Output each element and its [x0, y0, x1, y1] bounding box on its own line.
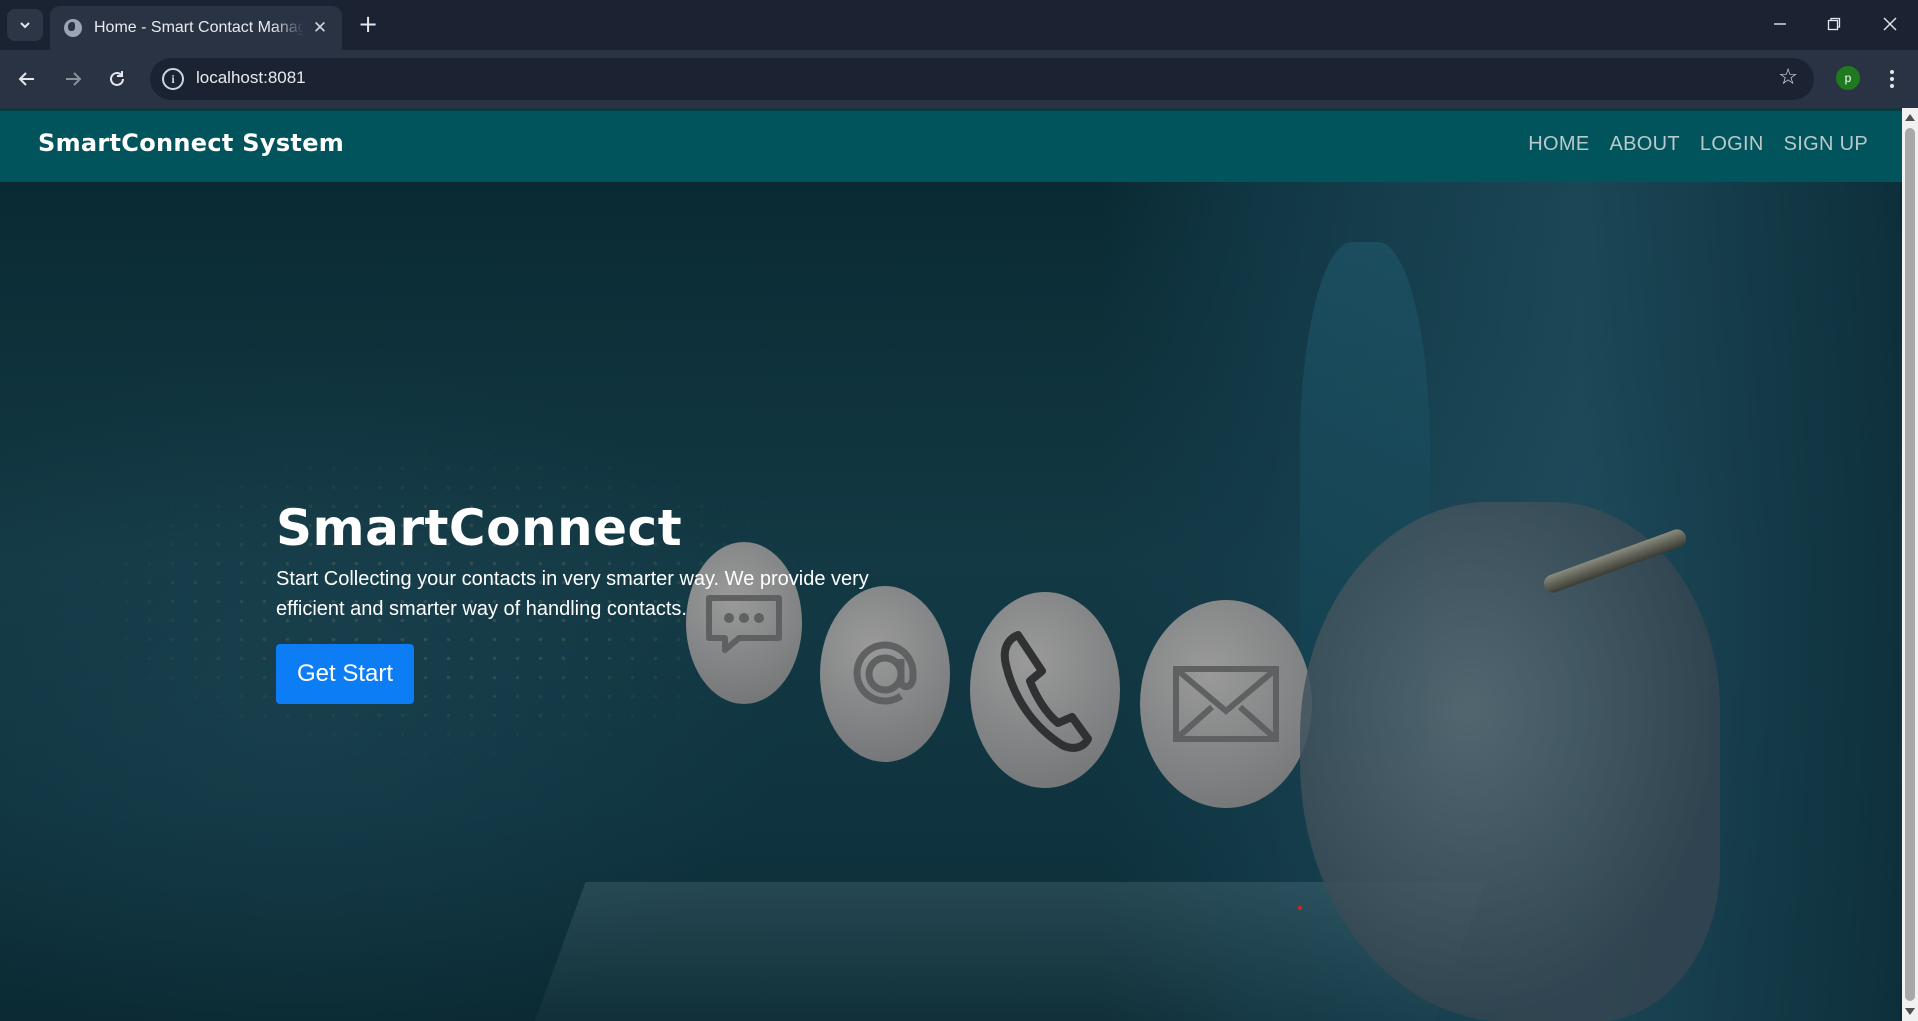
- cursor-dot: [1298, 906, 1302, 910]
- browser-toolbar: i localhost:8081 ☆ p: [0, 50, 1918, 108]
- forward-button[interactable]: [57, 63, 89, 95]
- reload-button[interactable]: [101, 63, 133, 95]
- profile-avatar[interactable]: p: [1836, 66, 1860, 90]
- page-viewport: SmartConnect System HOME ABOUT LOGIN SIG…: [0, 108, 1902, 1021]
- globe-icon: [64, 19, 82, 37]
- hero-content: SmartConnect Start Collecting your conta…: [276, 498, 896, 704]
- browser-tabstrip: Home - Smart Contact Manager ✕ +: [0, 0, 1918, 50]
- nav-home-link[interactable]: HOME: [1528, 133, 1589, 156]
- minimize-icon: [1774, 23, 1786, 25]
- browser-tab-active[interactable]: Home - Smart Contact Manager ✕: [50, 6, 342, 50]
- hero-section: SmartConnect Start Collecting your conta…: [0, 182, 1902, 1021]
- phone-icon: [970, 592, 1120, 788]
- close-window-button[interactable]: [1862, 6, 1918, 42]
- browser-menu-icon[interactable]: [1880, 64, 1904, 94]
- reload-icon: [110, 71, 124, 86]
- hero-description: Start Collecting your contacts in very s…: [276, 568, 869, 620]
- restore-button[interactable]: [1806, 6, 1862, 42]
- url-text[interactable]: localhost:8081: [196, 68, 306, 88]
- arrow-left-icon: [18, 72, 34, 86]
- get-start-button[interactable]: Get Start: [276, 644, 414, 704]
- new-tab-button[interactable]: +: [353, 10, 383, 40]
- scroll-up-arrow-icon[interactable]: [1905, 114, 1915, 121]
- page-scrollbar[interactable]: [1902, 108, 1918, 1021]
- tab-search-button[interactable]: [7, 9, 43, 41]
- close-icon: [1883, 17, 1897, 31]
- nav-signup-link[interactable]: SIGN UP: [1784, 133, 1868, 156]
- nav-links: HOME ABOUT LOGIN SIGN UP: [1528, 133, 1868, 156]
- arrow-right-icon: [66, 72, 82, 86]
- nav-login-link[interactable]: LOGIN: [1700, 133, 1764, 156]
- address-bar[interactable]: i localhost:8081 ☆: [150, 58, 1814, 100]
- envelope-icon: [1140, 600, 1312, 808]
- hero-title: SmartConnect: [276, 499, 683, 557]
- site-navbar: SmartConnect System HOME ABOUT LOGIN SIG…: [0, 108, 1902, 182]
- background-hand: [1300, 502, 1720, 1021]
- chevron-down-icon: [20, 22, 30, 29]
- scrollbar-thumb[interactable]: [1905, 128, 1915, 1001]
- site-info-icon[interactable]: i: [162, 68, 184, 90]
- nav-about-link[interactable]: ABOUT: [1610, 133, 1680, 156]
- minimize-button[interactable]: [1752, 6, 1808, 42]
- bookmark-star-icon[interactable]: ☆: [1778, 66, 1798, 90]
- restore-icon: [1827, 17, 1841, 31]
- tab-title: Home - Smart Contact Manager: [94, 19, 304, 36]
- tab-close-icon[interactable]: ✕: [310, 18, 330, 38]
- scroll-down-arrow-icon[interactable]: [1905, 1008, 1915, 1015]
- site-brand[interactable]: SmartConnect System: [38, 129, 344, 157]
- back-button[interactable]: [11, 63, 43, 95]
